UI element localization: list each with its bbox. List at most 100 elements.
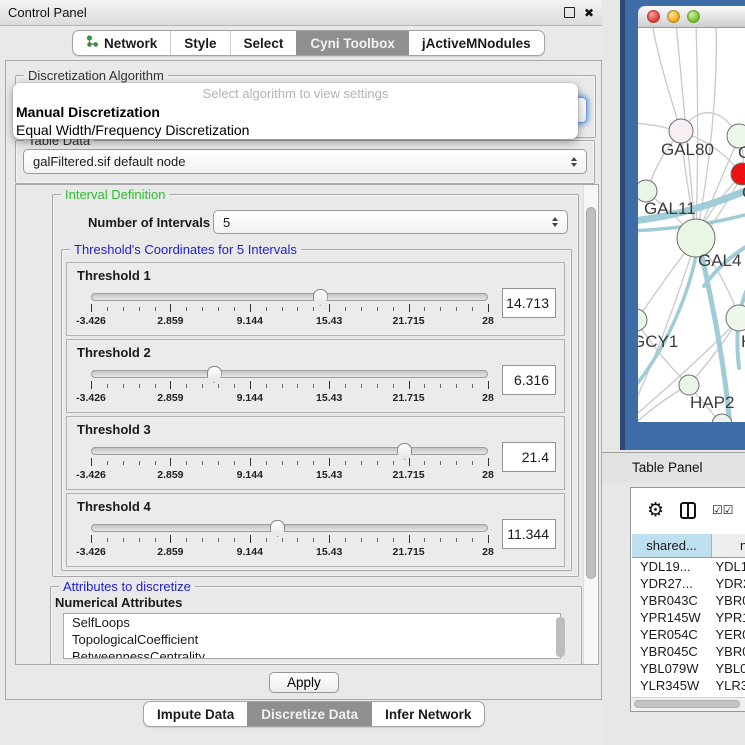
table-cell-name[interactable]: YDR2: [712, 575, 745, 592]
threshold-panel: Threshold 2-3.4262.8599.14415.4321.71528…: [66, 339, 565, 413]
close-icon[interactable]: ✖: [584, 7, 594, 19]
tick-mark: [91, 535, 92, 543]
vertical-scrollbar-thumb[interactable]: [586, 207, 596, 579]
tick-label: 9.144: [237, 546, 263, 558]
tick-label: 28: [482, 392, 494, 404]
tick-label: 21.715: [393, 392, 425, 404]
minimize-traffic-light-icon[interactable]: [667, 10, 680, 23]
network-window-titlebar[interactable]: [638, 6, 745, 28]
table-cell-shared-name[interactable]: YBR043C: [632, 592, 712, 609]
table-data-combobox[interactable]: galFiltered.sif default node: [23, 149, 587, 174]
tick-mark: [170, 304, 171, 312]
table-cell-name[interactable]: YER0: [712, 626, 745, 643]
tab-infer-network[interactable]: Infer Network: [371, 702, 484, 726]
tick-label: 9.144: [237, 392, 263, 404]
tab-discretize-data[interactable]: Discretize Data: [247, 702, 371, 726]
table-cell-name[interactable]: YBL0: [712, 660, 745, 677]
table-cell-shared-name[interactable]: YBL079W: [632, 660, 712, 677]
vertical-scrollbar-track[interactable]: [583, 185, 598, 664]
tick-mark: [234, 461, 235, 465]
tab-style[interactable]: Style: [170, 31, 229, 55]
threshold-slider[interactable]: -3.4262.8599.14415.4321.71528: [91, 441, 488, 485]
node-label-ga: GA: [738, 143, 745, 162]
tab-impute-data[interactable]: Impute Data: [144, 702, 247, 726]
table-cell-name[interactable]: YBR0: [712, 592, 745, 609]
column-header-shared-name[interactable]: shared...: [632, 534, 712, 558]
table-row: YBR043CYBR0: [632, 592, 745, 609]
network-graph: GAL80GACGAL11GAL4GCY1HHAP2: [638, 28, 745, 422]
network-canvas[interactable]: GAL80GACGAL11GAL4GCY1HHAP2: [638, 28, 745, 422]
popup-item-manual-discretization[interactable]: Manual Discretization: [13, 103, 578, 121]
tick-mark: [377, 307, 378, 311]
tick-mark: [170, 458, 171, 466]
attribute-item-topologicalcoefficient[interactable]: TopologicalCoefficient: [64, 631, 560, 648]
table-cell-name[interactable]: YBR0: [712, 643, 745, 660]
tick-mark: [393, 538, 394, 542]
node-hap2[interactable]: [679, 375, 699, 395]
tick-mark: [139, 461, 140, 465]
float-window-icon[interactable]: [564, 7, 575, 18]
tick-label: -3.426: [76, 546, 106, 558]
slider-track[interactable]: [91, 293, 488, 301]
tick-mark: [488, 458, 489, 466]
tick-mark: [234, 384, 235, 388]
table-cell-shared-name[interactable]: YDR27...: [632, 575, 712, 592]
number-of-intervals-combobox[interactable]: 5: [213, 210, 568, 234]
table-panel-title: Table Panel: [632, 460, 703, 475]
table-cell-shared-name[interactable]: YDL19...: [632, 558, 712, 576]
slider-track[interactable]: [91, 524, 488, 532]
popup-placeholder-item[interactable]: Select algorithm to view settings: [13, 85, 578, 103]
table-row: YPR145WYPR1: [632, 609, 745, 626]
tick-mark: [488, 381, 489, 389]
tab-network[interactable]: Network: [73, 31, 170, 55]
tick-label: 28: [482, 546, 494, 558]
table-cell-name[interactable]: YPR1: [712, 609, 745, 626]
slider-ticks: [91, 535, 488, 544]
tick-label: 21.715: [393, 469, 425, 481]
slider-track[interactable]: [91, 370, 488, 378]
tab-cyni-toolbox[interactable]: Cyni Toolbox: [296, 31, 408, 55]
tick-label: 15.43: [316, 392, 342, 404]
threshold-slider[interactable]: -3.4262.8599.14415.4321.71528: [91, 364, 488, 408]
table-cell-shared-name[interactable]: YBR045C: [632, 643, 712, 660]
table-cell-name[interactable]: YLR3: [712, 677, 745, 694]
threshold-value-field[interactable]: 14.713: [502, 288, 556, 318]
list-scrollbar-thumb[interactable]: [556, 617, 565, 657]
apply-button[interactable]: Apply: [269, 672, 339, 693]
numerical-attributes-list[interactable]: SelfLoopsTopologicalCoefficientBetweenne…: [63, 613, 561, 659]
network-edge: [652, 28, 681, 132]
threshold-value-field[interactable]: 21.4: [502, 442, 556, 472]
table-row: YDL19...YDL1: [632, 558, 745, 576]
node-red[interactable]: [731, 163, 745, 185]
popup-item-equal-width-frequency[interactable]: Equal Width/Frequency Discretization: [13, 121, 578, 139]
gear-icon[interactable]: ⚙: [647, 501, 664, 520]
tick-mark: [170, 535, 171, 543]
tick-mark: [218, 461, 219, 465]
horizontal-scrollbar-track[interactable]: [631, 697, 745, 711]
node-right-h[interactable]: [726, 305, 745, 331]
horizontal-scrollbar-thumb[interactable]: [634, 700, 740, 708]
table-cell-shared-name[interactable]: YLR345W: [632, 677, 712, 694]
tab-jactivemnodules[interactable]: jActiveMNodules: [408, 31, 544, 55]
table-cell-shared-name[interactable]: YPR145W: [632, 609, 712, 626]
slider-track[interactable]: [91, 447, 488, 455]
column-header-name[interactable]: na: [712, 534, 745, 558]
table-cell-shared-name[interactable]: YER054C: [632, 626, 712, 643]
close-traffic-light-icon[interactable]: [647, 10, 660, 23]
threshold-slider[interactable]: -3.4262.8599.14415.4321.71528: [91, 518, 488, 562]
attribute-item-selfloops[interactable]: SelfLoops: [64, 614, 560, 631]
tick-mark: [123, 461, 124, 465]
threshold-slider[interactable]: -3.4262.8599.14415.4321.71528: [91, 287, 488, 331]
split-columns-icon[interactable]: [680, 502, 696, 519]
tick-mark: [234, 307, 235, 311]
tick-mark: [409, 535, 410, 543]
threshold-value-field[interactable]: 11.344: [502, 519, 556, 549]
table-cell-name[interactable]: YDL1: [712, 558, 745, 576]
tick-mark: [250, 535, 251, 543]
tab-select[interactable]: Select: [230, 31, 297, 55]
threshold-value-field[interactable]: 6.316: [502, 365, 556, 395]
attribute-item-betweennesscentrality[interactable]: BetweennessCentrality: [64, 648, 560, 659]
select-columns-icon[interactable]: ☑☑: [712, 503, 734, 517]
node-gcy1[interactable]: [638, 309, 647, 331]
zoom-traffic-light-icon[interactable]: [687, 10, 700, 23]
